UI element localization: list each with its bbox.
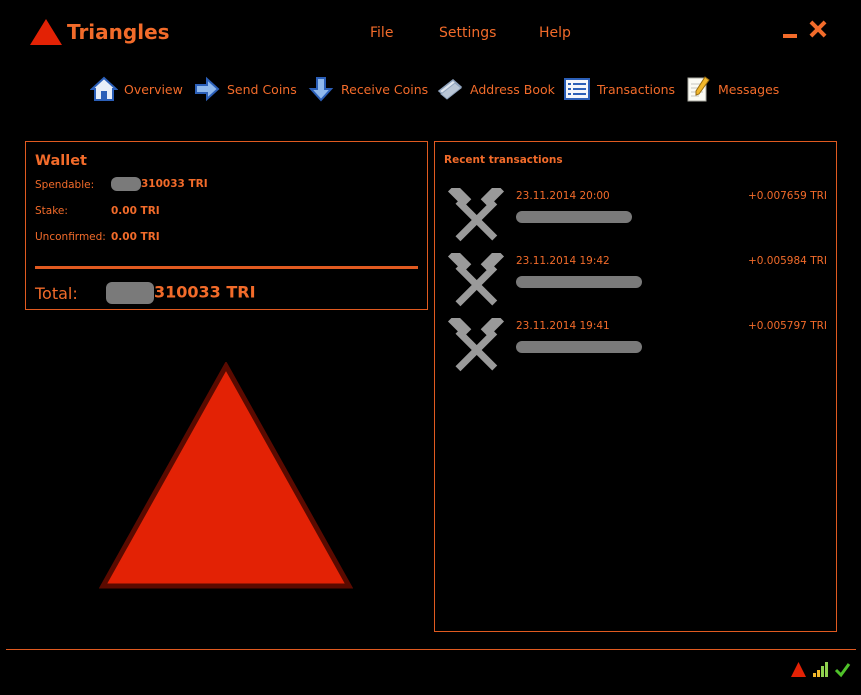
nav-address-book[interactable]: Address Book <box>436 73 555 105</box>
stake-value: 0.00 TRI <box>111 205 160 217</box>
transaction-amount: +0.005797 TRI <box>747 320 827 332</box>
status-bar-divider <box>6 649 856 650</box>
spendable-label: Spendable: <box>35 179 95 191</box>
transaction-date: 23.11.2014 20:00 <box>516 190 610 202</box>
nav-receive-coins[interactable]: Receive Coins <box>307 73 428 105</box>
wallet-divider <box>35 266 418 269</box>
send-arrow-icon <box>195 76 220 102</box>
transaction-amount: +0.005984 TRI <box>747 255 827 267</box>
redacted-address <box>516 276 642 288</box>
redacted-balance <box>111 177 141 191</box>
address-book-icon <box>437 79 463 100</box>
total-label: Total: <box>35 284 78 303</box>
receive-arrow-icon <box>308 77 334 102</box>
wallet-panel: Wallet Spendable: 310033 TRI Stake: 0.00… <box>25 141 428 310</box>
mining-hammers-icon <box>447 188 505 242</box>
redacted-total <box>106 282 154 304</box>
nav-send-coins-label: Send Coins <box>227 81 297 97</box>
app-title: Triangles <box>67 20 170 44</box>
wallet-title: Wallet <box>35 153 87 169</box>
home-icon <box>90 76 118 101</box>
mining-hammers-icon <box>447 318 505 372</box>
menu-help[interactable]: Help <box>539 25 571 41</box>
nav-transactions-label: Transactions <box>597 81 676 97</box>
redacted-address <box>516 341 642 353</box>
signal-bars-icon[interactable] <box>812 661 829 678</box>
nav-messages[interactable]: Messages <box>684 73 779 105</box>
redacted-address <box>516 211 632 223</box>
nav-address-book-label: Address Book <box>470 81 555 97</box>
transaction-amount: +0.007659 TRI <box>747 190 827 202</box>
nav-overview-label: Overview <box>124 81 183 97</box>
spendable-value: 310033 TRI <box>111 177 208 191</box>
nav-transactions[interactable]: Transactions <box>563 73 675 105</box>
mining-hammers-icon <box>447 253 505 307</box>
transaction-row[interactable]: 23.11.2014 19:42 +0.005984 TRI <box>435 249 836 311</box>
close-button[interactable] <box>809 20 827 38</box>
transactions-list-icon <box>564 78 590 100</box>
title-bar: Triangles File Settings Help <box>0 0 861 66</box>
nav-messages-label: Messages <box>718 81 780 97</box>
nav-overview[interactable]: Overview <box>90 73 183 105</box>
spendable-amount: 310033 TRI <box>141 178 208 190</box>
minimize-button[interactable] <box>783 34 797 38</box>
recent-transactions-title: Recent transactions <box>444 154 563 166</box>
total-amount: 310033 TRI <box>154 282 256 302</box>
nav-send-coins[interactable]: Send Coins <box>193 73 297 105</box>
synced-check-icon[interactable] <box>834 661 851 678</box>
triangle-logo-large <box>99 362 353 589</box>
triangle-logo-icon <box>791 662 806 677</box>
nav-receive-coins-label: Receive Coins <box>341 81 429 97</box>
triangle-logo-icon <box>30 19 62 45</box>
menu-file[interactable]: File <box>370 25 393 41</box>
transaction-row[interactable]: 23.11.2014 20:00 +0.007659 TRI <box>435 184 836 246</box>
recent-transactions-panel: Recent transactions 23.11.2014 20:00 +0.… <box>434 141 837 632</box>
transaction-row[interactable]: 23.11.2014 19:41 +0.005797 TRI <box>435 314 836 376</box>
unconfirmed-label: Unconfirmed: <box>35 231 106 243</box>
transaction-date: 23.11.2014 19:42 <box>516 255 610 267</box>
menu-settings[interactable]: Settings <box>439 25 496 41</box>
messages-notepad-icon <box>687 76 710 102</box>
stake-label: Stake: <box>35 205 68 217</box>
transaction-date: 23.11.2014 19:41 <box>516 320 610 332</box>
total-value: 310033 TRI <box>106 282 256 304</box>
unconfirmed-value: 0.00 TRI <box>111 231 160 243</box>
